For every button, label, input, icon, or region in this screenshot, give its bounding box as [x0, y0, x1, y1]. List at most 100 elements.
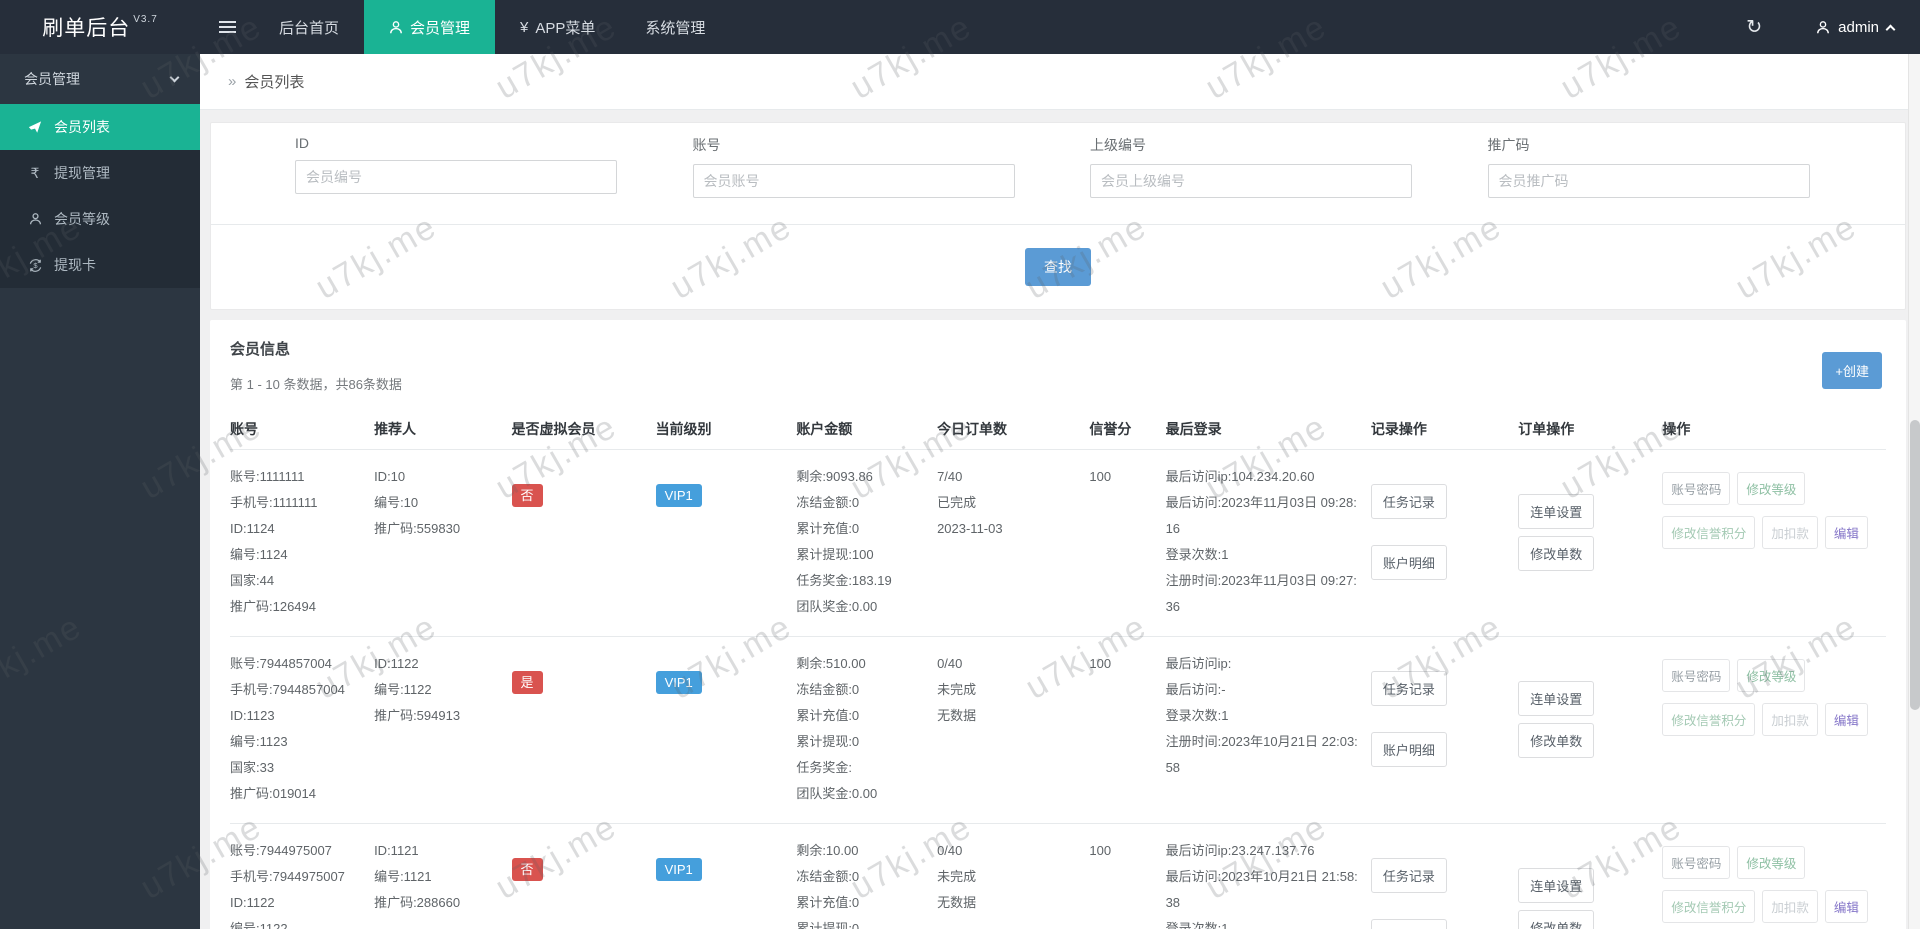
member-credit-cell: 100: [1089, 469, 1112, 484]
virtual-status-badge: 否: [511, 484, 543, 507]
add-deduct-funds-button[interactable]: 加扣款: [1762, 703, 1818, 736]
app-title: 刷单后台: [42, 17, 131, 40]
member-virtual-cell: 是: [511, 651, 656, 807]
member-level-cell: VIP1: [655, 464, 797, 620]
member-account-input[interactable]: [692, 164, 1015, 198]
column-header: 操作: [1662, 421, 1691, 437]
members-panel: 会员信息 第 1 - 10 条数据，共86条数据 +创建 账号 推荐人 是否虚拟…: [210, 320, 1906, 929]
nav-item-dashboard[interactable]: 后台首页: [254, 0, 364, 54]
nav-label: 会员管理: [410, 19, 471, 37]
chain-order-settings-button[interactable]: 连单设置: [1518, 494, 1595, 529]
chevron-up-icon: [1885, 24, 1896, 34]
member-level-cell: VIP1: [655, 651, 797, 807]
account-detail-button[interactable]: 账户明细: [1370, 545, 1447, 580]
field-label: 推广码: [1487, 137, 1530, 153]
table-row: 账号:1111111 手机号:1111111 ID:1124 编号:1124 国…: [230, 450, 1886, 637]
member-credit-cell: 100: [1089, 843, 1112, 858]
topbar: 刷单后台 V3.7 后台首页 会员管理 ¥ APP菜单 系统管理 ↻ admin: [0, 0, 1920, 54]
sidebar-item-withdraw-mgmt[interactable]: ₹ 提现管理: [0, 150, 200, 196]
refresh-button[interactable]: ↻: [1718, 0, 1790, 54]
add-deduct-funds-button[interactable]: 加扣款: [1762, 516, 1818, 549]
account-password-button[interactable]: 账号密码: [1662, 846, 1731, 879]
user-icon: [1817, 20, 1830, 33]
nav-item-system[interactable]: 系统管理: [620, 0, 730, 54]
member-id-input[interactable]: [295, 160, 617, 194]
member-virtual-cell: 否: [511, 838, 656, 929]
chain-order-settings-button[interactable]: 连单设置: [1518, 868, 1595, 903]
modify-level-button[interactable]: 修改等级: [1737, 846, 1806, 879]
sidebar: 会员管理 会员列表 ₹ 提现管理 会员等级 $ 提现卡: [0, 54, 200, 929]
member-account-cell: 账号:1111111 手机号:1111111 ID:1124 编号:1124 国…: [230, 469, 318, 614]
add-deduct-funds-button[interactable]: 加扣款: [1762, 890, 1818, 923]
table-header: 账号 推荐人 是否虚拟会员 当前级别 账户金额 今日订单数 信誉分 最后登录 记…: [230, 409, 1886, 450]
promo-code-input[interactable]: [1487, 164, 1810, 198]
column-header: 账户金额: [796, 421, 853, 437]
chevron-down-icon: [169, 72, 180, 83]
sidebar-item-label: 会员列表: [54, 119, 110, 135]
member-referrer-cell: ID:1122 编号:1122 推广码:594913: [374, 656, 461, 723]
modify-credit-button[interactable]: 修改信誉积分: [1662, 703, 1756, 736]
chain-order-settings-button[interactable]: 连单设置: [1518, 681, 1595, 716]
sidebar-item-withdraw-card[interactable]: $ 提现卡: [0, 242, 200, 288]
sidebar-item-label: 会员等级: [54, 211, 110, 227]
column-header: 记录操作: [1370, 421, 1427, 437]
sidebar-section-members[interactable]: 会员管理: [0, 54, 200, 104]
dollar-exchange-icon: $: [26, 258, 44, 273]
column-header: 当前级别: [655, 421, 712, 437]
modify-credit-button[interactable]: 修改信誉积分: [1662, 516, 1756, 549]
admin-menu[interactable]: admin: [1790, 0, 1920, 54]
hamburger-icon: [218, 21, 236, 33]
task-record-button[interactable]: 任务记录: [1370, 484, 1447, 519]
topbar-right: ↻ admin: [1718, 0, 1920, 54]
sidebar-toggle-button[interactable]: [200, 0, 254, 54]
page-title: 会员列表: [244, 74, 305, 91]
modify-credit-button[interactable]: 修改信誉积分: [1662, 890, 1756, 923]
column-header: 是否虚拟会员: [511, 421, 596, 437]
member-last-login-cell: 最后访问ip:104.234.20.60 最后访问:2023年11月03日 09…: [1165, 469, 1357, 614]
search-button[interactable]: 查找: [1025, 248, 1091, 286]
parent-id-input[interactable]: [1090, 164, 1412, 198]
search-field-account: 账号: [692, 135, 1091, 224]
column-header: 最后登录: [1165, 421, 1222, 437]
modify-order-count-button[interactable]: 修改单数: [1518, 536, 1595, 571]
member-balance-cell: 剩余:10.00 冻结金额:0 累计充值:0 累计提现:0 任务奖金:0.00 …: [796, 843, 860, 929]
create-member-button[interactable]: +创建: [1822, 352, 1882, 389]
modify-order-count-button[interactable]: 修改单数: [1518, 910, 1595, 929]
nav-label: APP菜单: [535, 19, 596, 37]
member-level-cell: VIP1: [655, 838, 797, 929]
sidebar-submenu: 会员列表 ₹ 提现管理 会员等级 $ 提现卡: [0, 104, 200, 288]
modify-level-button[interactable]: 修改等级: [1737, 472, 1806, 505]
edit-button[interactable]: 编辑: [1824, 703, 1868, 736]
member-actions-cell: 账号密码 修改等级 修改信誉积分 加扣款 编辑: [1662, 651, 1886, 807]
search-field-id: ID: [295, 135, 693, 224]
scrollbar-thumb[interactable]: [1910, 420, 1920, 710]
modify-level-button[interactable]: 修改等级: [1737, 659, 1806, 692]
svg-text:$: $: [33, 261, 38, 270]
task-record-button[interactable]: 任务记录: [1370, 671, 1447, 706]
account-detail-button[interactable]: 账户明细: [1370, 919, 1447, 929]
record-actions-cell: 任务记录 账户明细: [1370, 651, 1518, 807]
person-icon: [26, 212, 44, 226]
modify-order-count-button[interactable]: 修改单数: [1518, 723, 1595, 758]
account-detail-button[interactable]: 账户明细: [1370, 732, 1447, 767]
edit-button[interactable]: 编辑: [1824, 890, 1868, 923]
column-header: 订单操作: [1518, 421, 1575, 437]
sidebar-section-label: 会员管理: [24, 71, 80, 87]
admin-username: admin: [1838, 18, 1879, 36]
paper-plane-icon: [26, 120, 44, 134]
nav-item-members[interactable]: 会员管理: [364, 0, 496, 54]
nav-item-app-menu[interactable]: ¥ APP菜单: [495, 0, 620, 54]
member-today-orders-cell: 0/40 未完成 无数据: [937, 843, 977, 910]
account-password-button[interactable]: 账号密码: [1662, 472, 1731, 505]
edit-button[interactable]: 编辑: [1824, 516, 1868, 549]
sidebar-item-member-list[interactable]: 会员列表: [0, 104, 200, 150]
breadcrumb-arrows-icon: »: [228, 73, 237, 90]
account-password-button[interactable]: 账号密码: [1662, 659, 1731, 692]
rupee-icon: ₹: [30, 164, 40, 181]
sidebar-item-member-level[interactable]: 会员等级: [0, 196, 200, 242]
sidebar-item-label: 提现卡: [54, 257, 96, 273]
task-record-button[interactable]: 任务记录: [1370, 858, 1447, 893]
virtual-status-badge: 是: [511, 671, 543, 694]
column-header: 今日订单数: [937, 421, 1008, 437]
virtual-status-badge: 否: [511, 858, 543, 881]
